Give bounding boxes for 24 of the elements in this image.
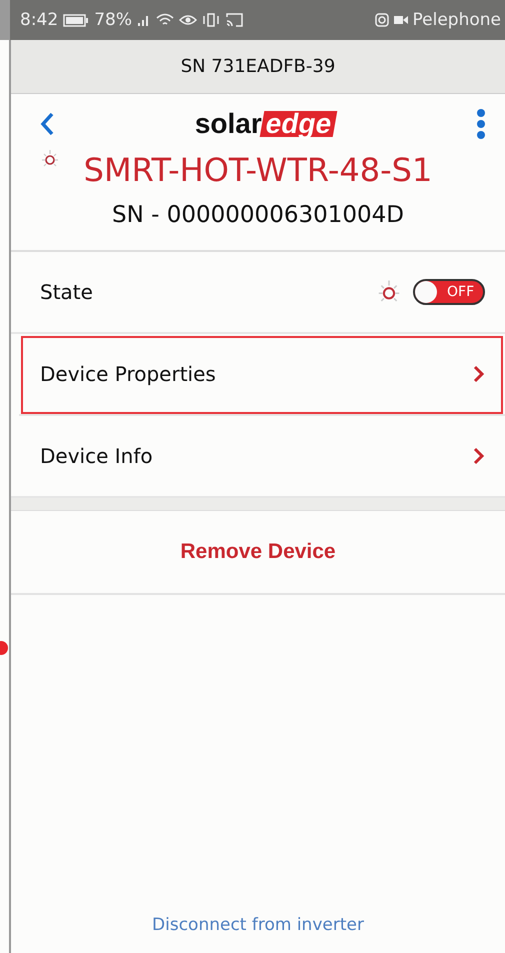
- chevron-icon: [473, 447, 485, 465]
- cast-icon: [224, 13, 243, 27]
- vibrate-icon: [202, 13, 220, 27]
- carrier-name: Pelephone: [412, 10, 501, 30]
- back-icon[interactable]: [39, 111, 55, 137]
- eye-icon: [178, 13, 197, 27]
- camera-icon: [374, 13, 388, 27]
- time: 8:42: [20, 10, 58, 30]
- header-title: SN 731EADFB-39: [180, 56, 336, 77]
- video-icon: [394, 15, 408, 25]
- disconnect-link[interactable]: Disconnect from inverter: [152, 915, 364, 935]
- wifi-icon: [156, 13, 174, 27]
- chevron-icon: [473, 365, 485, 383]
- more-icon[interactable]: [474, 109, 487, 139]
- state-label: State: [40, 280, 93, 304]
- battery-level: 78%: [94, 10, 132, 30]
- state-toggle[interactable]: OFF: [413, 279, 485, 305]
- device-name: SMRT-HOT-WTR-48-S1: [82, 150, 434, 191]
- remove-device-button[interactable]: Remove Device: [170, 511, 346, 593]
- logo: solaredge: [194, 108, 336, 140]
- battery-icon: [63, 14, 90, 26]
- signal-icon: [136, 14, 151, 26]
- menu-item[interactable]: Device Properties: [19, 334, 505, 416]
- device-serial: SN - 000000006301004D: [111, 202, 405, 228]
